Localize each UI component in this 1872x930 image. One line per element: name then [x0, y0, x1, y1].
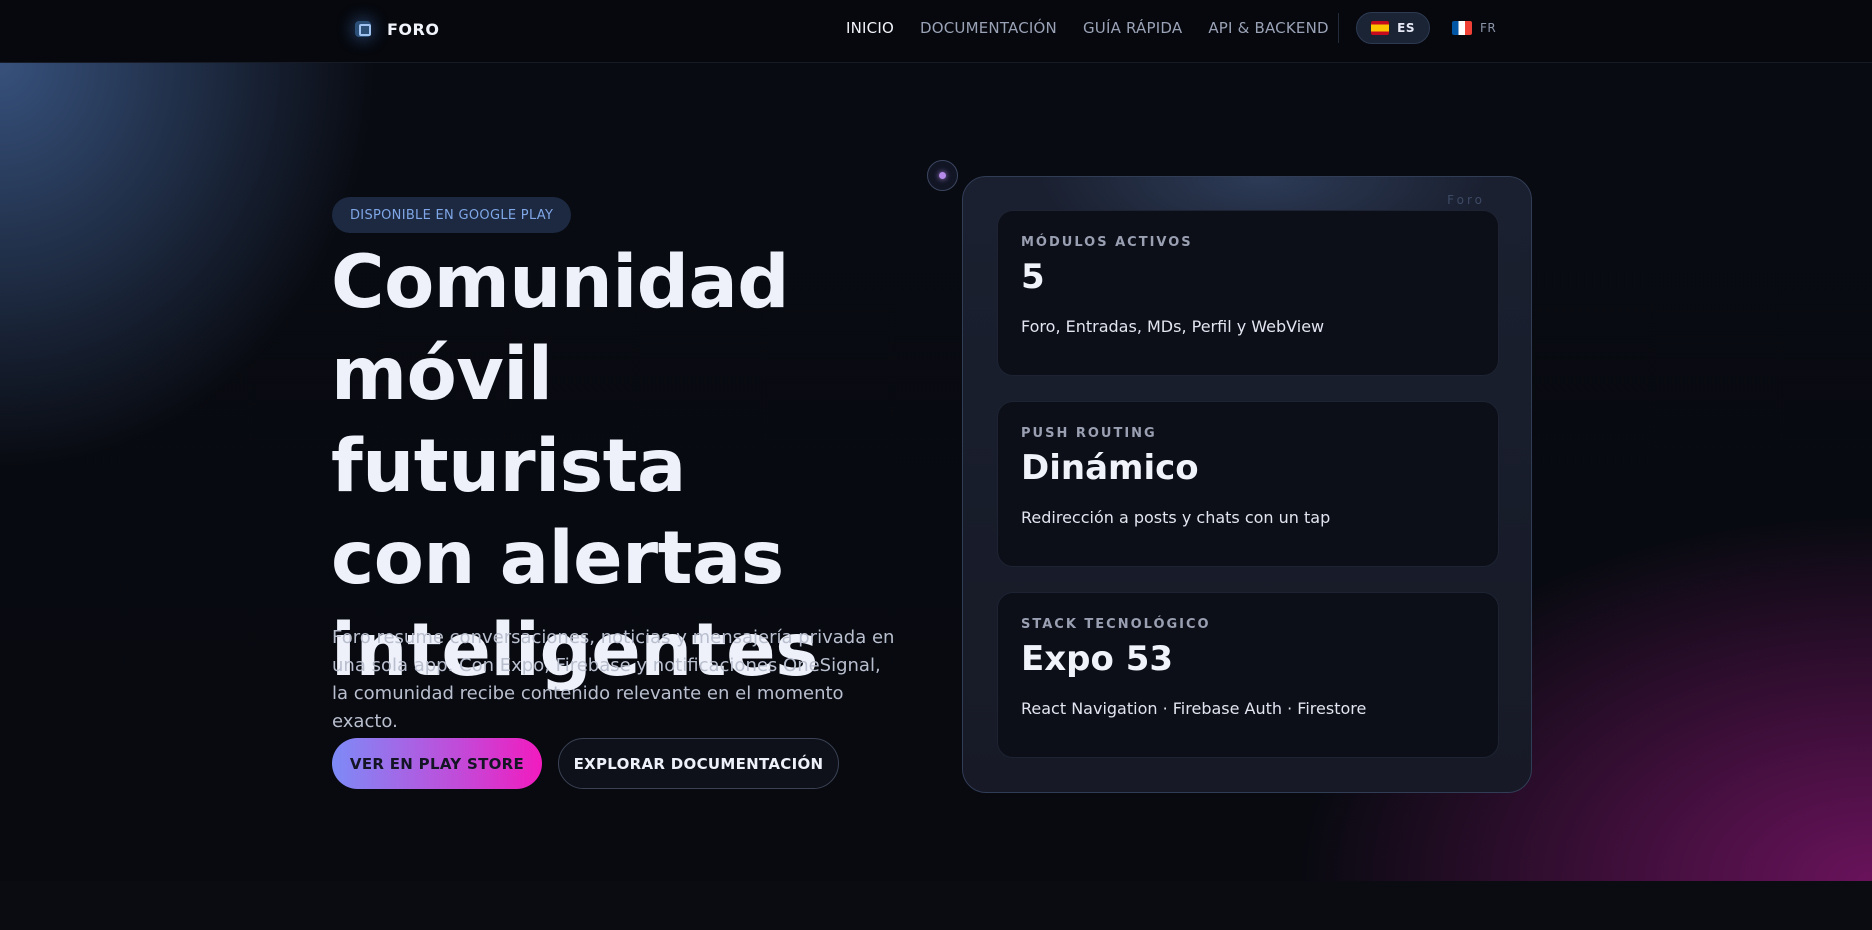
status-orb-icon: [927, 160, 958, 191]
top-navbar: FORO INICIO DOCUMENTACIÓN GUÍA RÁPIDA AP…: [0, 0, 1872, 63]
hero-description: Foro resume conversaciones, noticias y m…: [332, 627, 895, 732]
stat-value: 5: [1021, 257, 1045, 297]
stats-panel: Foro MÓDULOS ACTIVOS 5 Foro, Entradas, M…: [962, 176, 1532, 793]
hero-title-line: Comunidad: [331, 240, 790, 325]
nav-link-guia-rapida[interactable]: GUÍA RÁPIDA: [1083, 19, 1182, 37]
stat-description: Redirección a posts y chats con un tap: [1021, 508, 1331, 527]
stat-card-push-routing: PUSH ROUTING Dinámico Redirección a post…: [997, 401, 1499, 567]
language-es-button[interactable]: ES: [1356, 12, 1430, 44]
spain-flag-icon: [1371, 21, 1390, 35]
nav-divider: [1338, 13, 1339, 43]
stat-label: STACK TECNOLÓGICO: [1021, 617, 1211, 632]
nav-link-inicio[interactable]: INICIO: [846, 19, 894, 37]
stat-value: Dinámico: [1021, 448, 1199, 488]
explore-docs-button[interactable]: EXPLORAR DOCUMENTACIÓN: [558, 738, 839, 789]
main-menu: INICIO DOCUMENTACIÓN GUÍA RÁPIDA API & B…: [846, 19, 1329, 37]
nav-link-documentacion[interactable]: DOCUMENTACIÓN: [920, 19, 1057, 37]
availability-badge: DISPONIBLE EN GOOGLE PLAY: [332, 197, 572, 233]
panel-tag: Foro: [1447, 193, 1485, 207]
stat-card-tech-stack: STACK TECNOLÓGICO Expo 53 React Navigati…: [997, 592, 1499, 758]
stat-description: Foro, Entradas, MDs, Perfil y WebView: [1021, 317, 1325, 336]
language-es-label: ES: [1397, 21, 1415, 35]
hero-title-line: móvil futurista: [331, 332, 686, 509]
stat-card-modules: MÓDULOS ACTIVOS 5 Foro, Entradas, MDs, P…: [997, 210, 1499, 376]
language-fr-label: FR: [1480, 21, 1497, 35]
app-logo-icon: [355, 21, 371, 37]
language-fr-button[interactable]: FR: [1452, 12, 1496, 44]
hero-title-line: con alertas: [331, 516, 784, 601]
nav-link-api-backend[interactable]: API & BACKEND: [1208, 19, 1328, 37]
brand-logo[interactable]: FORO: [355, 18, 439, 40]
stat-description: React Navigation · Firebase Auth · Fires…: [1021, 699, 1367, 718]
play-store-button[interactable]: VER EN PLAY STORE: [332, 738, 542, 789]
stat-label: MÓDULOS ACTIVOS: [1021, 235, 1193, 250]
france-flag-icon: [1452, 21, 1472, 35]
footer-band: [0, 881, 1872, 930]
stat-value: Expo 53: [1021, 639, 1174, 679]
brand-name: FORO: [387, 19, 440, 39]
stat-label: PUSH ROUTING: [1021, 426, 1157, 441]
